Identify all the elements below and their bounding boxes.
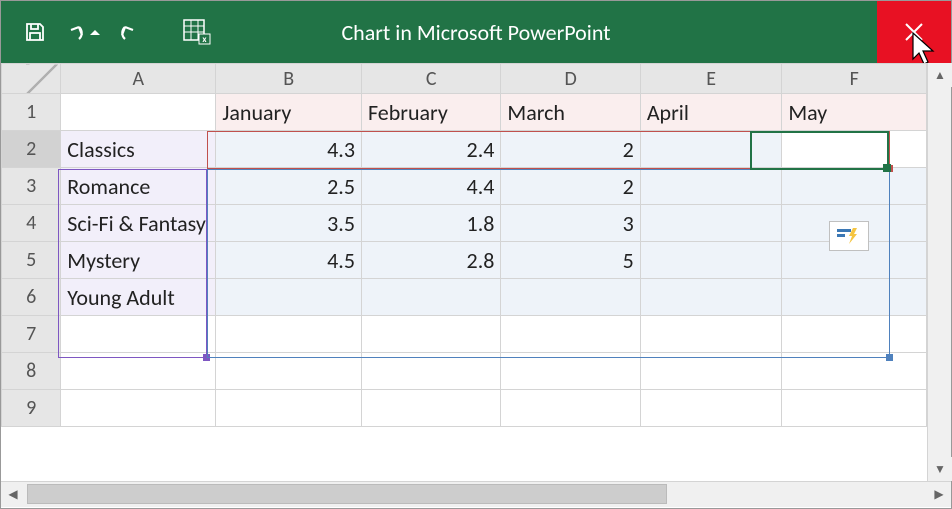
cell-D7[interactable] (501, 316, 640, 353)
cell-C2[interactable]: 2.4 (361, 131, 500, 168)
horizontal-scroll-track[interactable] (25, 484, 927, 505)
col-head-F[interactable]: F (782, 64, 927, 94)
row-5: 5 Mystery 4.5 2.8 5 (2, 242, 927, 279)
scroll-left-icon[interactable]: ◀ (1, 482, 25, 506)
cell-C8[interactable] (361, 353, 500, 390)
cell-D1[interactable]: March (501, 94, 640, 131)
row-head-5[interactable]: 5 (2, 242, 61, 279)
row-head-4[interactable]: 4 (2, 205, 61, 242)
undo-icon[interactable] (61, 16, 105, 48)
cell-E4[interactable] (640, 205, 782, 242)
quick-access-toolbar: x (1, 16, 213, 48)
vertical-scrollbar[interactable]: ▲ ▼ (927, 63, 951, 481)
col-head-A[interactable]: A (61, 64, 216, 94)
cell-D4[interactable]: 3 (501, 205, 640, 242)
vertical-scroll-track[interactable] (928, 87, 951, 457)
row-4: 4 Sci-Fi & Fantasy 3.5 1.8 3 (2, 205, 927, 242)
row-7: 7 (2, 316, 927, 353)
spreadsheet-area: A B C D E F 1 January February March Apr… (1, 63, 951, 481)
close-button[interactable] (877, 1, 951, 63)
cell-A1[interactable] (61, 94, 216, 131)
cell-E5[interactable] (640, 242, 782, 279)
row-9: 9 (2, 390, 927, 427)
cell-A9[interactable] (61, 390, 216, 427)
cell-B1[interactable]: January (216, 94, 362, 131)
cell-B4[interactable]: 3.5 (216, 205, 362, 242)
column-header-row: A B C D E F (2, 64, 927, 94)
horizontal-scrollbar[interactable]: ◀ ▶ (1, 481, 951, 507)
cell-C3[interactable]: 4.4 (361, 168, 500, 205)
cell-A6[interactable]: Young Adult (61, 279, 216, 316)
row-8: 8 (2, 353, 927, 390)
cell-E3[interactable] (640, 168, 782, 205)
scroll-right-icon[interactable]: ▶ (927, 482, 951, 506)
redo-icon[interactable] (115, 16, 147, 48)
row-head-1[interactable]: 1 (2, 94, 61, 131)
lightning-icon (835, 226, 863, 246)
row-3: 3 Romance 2.5 4.4 2 (2, 168, 927, 205)
cell-A5[interactable]: Mystery (61, 242, 216, 279)
cell-B2[interactable]: 4.3 (216, 131, 362, 168)
cell-D3[interactable]: 2 (501, 168, 640, 205)
cell-E7[interactable] (640, 316, 782, 353)
col-head-B[interactable]: B (216, 64, 362, 94)
col-head-C[interactable]: C (361, 64, 500, 94)
row-head-3[interactable]: 3 (2, 168, 61, 205)
scroll-up-icon[interactable]: ▲ (928, 63, 952, 87)
row-6: 6 Young Adult (2, 279, 927, 316)
cell-B6[interactable] (216, 279, 362, 316)
select-all-corner[interactable] (2, 64, 61, 94)
cell-C1[interactable]: February (361, 94, 500, 131)
close-icon (903, 21, 925, 43)
cell-A3[interactable]: Romance (61, 168, 216, 205)
cell-C6[interactable] (361, 279, 500, 316)
quick-analysis-button[interactable] (829, 221, 869, 251)
cell-C7[interactable] (361, 316, 500, 353)
cell-F9[interactable] (782, 390, 927, 427)
cell-F8[interactable] (782, 353, 927, 390)
cell-F1[interactable]: May (782, 94, 927, 131)
cell-D5[interactable]: 5 (501, 242, 640, 279)
col-head-E[interactable]: E (640, 64, 782, 94)
col-head-D[interactable]: D (501, 64, 640, 94)
cell-E6[interactable] (640, 279, 782, 316)
cell-C4[interactable]: 1.8 (361, 205, 500, 242)
cell-E1[interactable]: April (640, 94, 782, 131)
titlebar: x Chart in Microsoft PowerPoint (1, 1, 951, 63)
cell-C9[interactable] (361, 390, 500, 427)
scroll-down-icon[interactable]: ▼ (928, 457, 952, 481)
cell-F6[interactable] (782, 279, 927, 316)
grid[interactable]: A B C D E F 1 January February March Apr… (1, 63, 927, 481)
cell-E9[interactable] (640, 390, 782, 427)
save-icon[interactable] (19, 16, 51, 48)
cell-D9[interactable] (501, 390, 640, 427)
cell-E8[interactable] (640, 353, 782, 390)
horizontal-scroll-thumb[interactable] (27, 484, 667, 504)
cell-F7[interactable] (782, 316, 927, 353)
cell-A7[interactable] (61, 316, 216, 353)
cell-B5[interactable]: 4.5 (216, 242, 362, 279)
row-head-6[interactable]: 6 (2, 279, 61, 316)
cell-B3[interactable]: 2.5 (216, 168, 362, 205)
cell-A4[interactable]: Sci-Fi & Fantasy (61, 205, 216, 242)
cell-D8[interactable] (501, 353, 640, 390)
row-1: 1 January February March April May (2, 94, 927, 131)
cell-B9[interactable] (216, 390, 362, 427)
cell-A8[interactable] (61, 353, 216, 390)
cell-D2[interactable]: 2 (501, 131, 640, 168)
cell-B8[interactable] (216, 353, 362, 390)
row-head-2[interactable]: 2 (2, 131, 61, 168)
cell-A2[interactable]: Classics (61, 131, 216, 168)
cell-B7[interactable] (216, 316, 362, 353)
cell-F2[interactable] (782, 131, 927, 168)
cell-F3[interactable] (782, 168, 927, 205)
edit-data-icon[interactable]: x (181, 16, 213, 48)
cell-C5[interactable]: 2.8 (361, 242, 500, 279)
row-head-8[interactable]: 8 (2, 353, 61, 390)
row-head-7[interactable]: 7 (2, 316, 61, 353)
row-head-9[interactable]: 9 (2, 390, 61, 427)
cell-D6[interactable] (501, 279, 640, 316)
cell-E2[interactable] (640, 131, 782, 168)
row-2: 2 Classics 4.3 2.4 2 (2, 131, 927, 168)
